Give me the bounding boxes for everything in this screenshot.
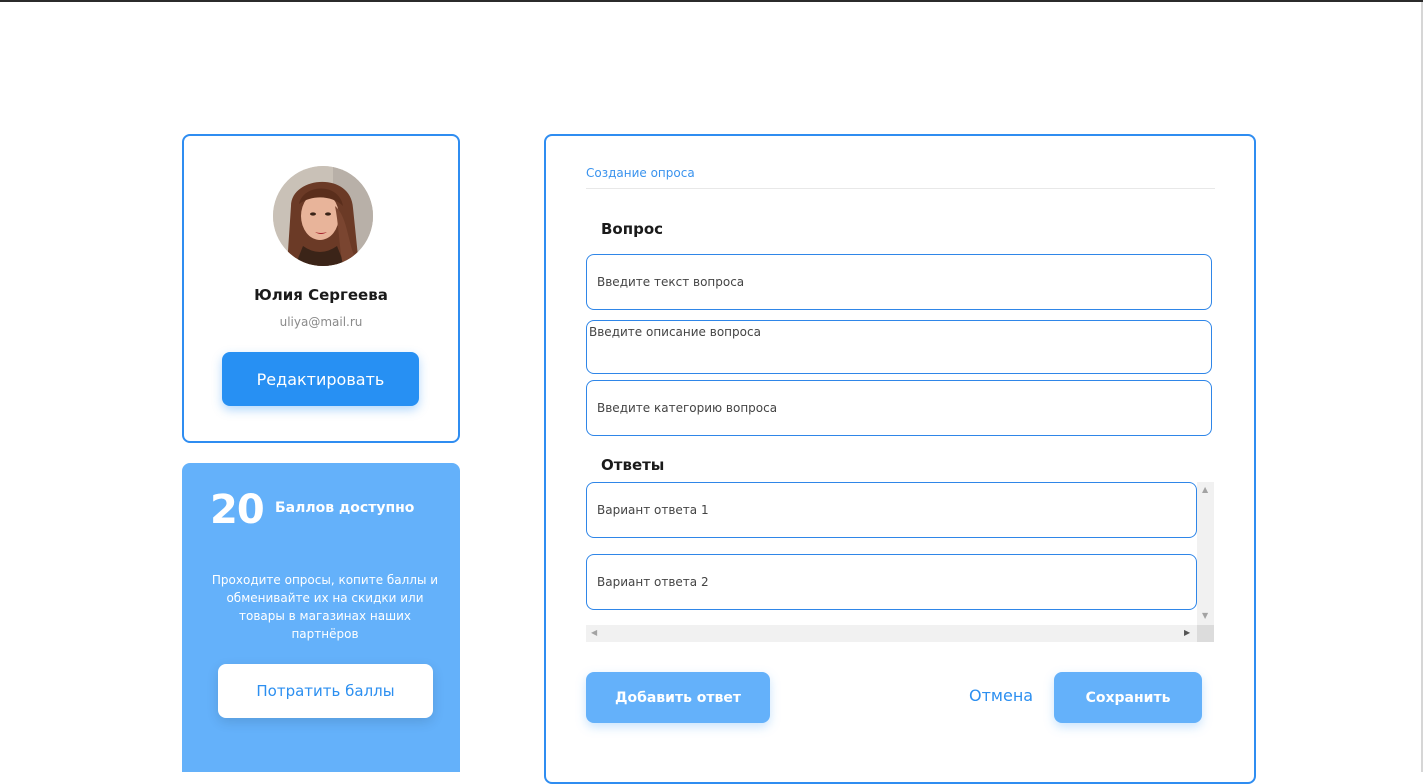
scroll-right-icon[interactable]: ▶ — [1184, 629, 1190, 637]
title-divider — [586, 188, 1215, 189]
vertical-scrollbar[interactable]: ▲ ▼ — [1197, 482, 1214, 625]
user-email: uliya@mail.ru — [279, 315, 363, 329]
scroll-up-icon[interactable]: ▲ — [1202, 486, 1208, 494]
answers-section-title: Ответы — [601, 456, 665, 474]
horizontal-scrollbar[interactable]: ◀ ▶ — [586, 625, 1197, 642]
survey-form-card: Создание опроса Вопрос Ответы ▲ ▼ ◀ ▶ До… — [544, 134, 1256, 784]
scroll-down-icon[interactable]: ▼ — [1202, 612, 1208, 620]
answer-input-2[interactable] — [586, 554, 1197, 610]
avatar-photo — [273, 166, 373, 266]
add-answer-button[interactable]: Добавить ответ — [586, 672, 770, 723]
top-border — [0, 0, 1423, 2]
spend-points-button[interactable]: Потратить баллы — [218, 664, 433, 718]
scroll-corner — [1197, 625, 1214, 642]
survey-title: Создание опроса — [586, 166, 695, 180]
profile-card: Юлия Сергеева uliya@mail.ru Редактироват… — [182, 134, 460, 443]
answer-input-1[interactable] — [586, 482, 1197, 538]
edit-profile-button[interactable]: Редактировать — [222, 352, 419, 406]
answers-scroll-area[interactable]: ▲ ▼ ◀ ▶ — [586, 482, 1214, 642]
question-category-input[interactable] — [586, 380, 1212, 436]
question-text-input[interactable] — [586, 254, 1212, 310]
cancel-link[interactable]: Отмена — [969, 686, 1033, 705]
user-name: Юлия Сергеева — [254, 286, 388, 304]
points-description: Проходите опросы, копите баллы и обменив… — [211, 573, 439, 641]
save-button[interactable]: Сохранить — [1054, 672, 1202, 723]
question-description-input[interactable] — [586, 320, 1212, 374]
points-card: 20 Баллов доступно Проходите опросы, коп… — [182, 463, 460, 772]
avatar — [273, 166, 373, 266]
question-section-title: Вопрос — [601, 220, 664, 238]
points-label: Баллов доступно — [275, 500, 415, 516]
scroll-left-icon[interactable]: ◀ — [591, 629, 597, 637]
points-count: 20 — [210, 487, 265, 533]
